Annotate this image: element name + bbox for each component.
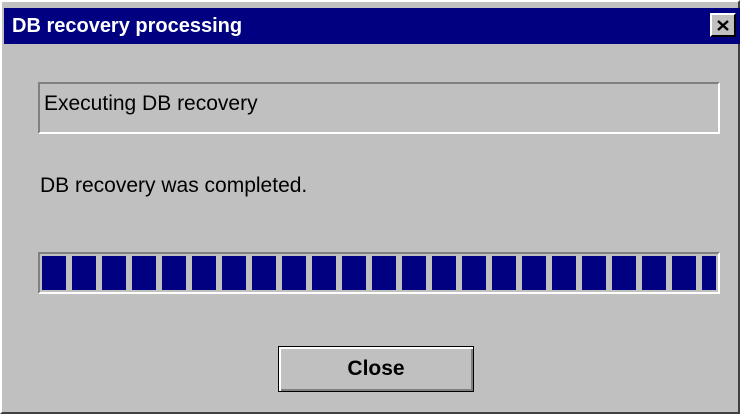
- status-box: Executing DB recovery: [38, 82, 720, 134]
- progress-block: [162, 256, 186, 290]
- progress-block: [702, 256, 716, 290]
- progress-block: [312, 256, 336, 290]
- progress-fill: [42, 256, 716, 290]
- completion-message: DB recovery was completed.: [40, 174, 308, 197]
- progress-block: [252, 256, 276, 290]
- progress-block: [462, 256, 486, 290]
- title-close-button[interactable]: [710, 13, 736, 37]
- progress-block: [372, 256, 396, 290]
- progress-block: [492, 256, 516, 290]
- status-text: Executing DB recovery: [44, 92, 258, 115]
- progress-block: [612, 256, 636, 290]
- close-icon: [717, 19, 729, 31]
- close-button[interactable]: Close: [278, 346, 474, 392]
- progress-block: [582, 256, 606, 290]
- progress-block: [642, 256, 666, 290]
- progress-block: [192, 256, 216, 290]
- progress-block: [132, 256, 156, 290]
- progress-block: [402, 256, 426, 290]
- progress-block: [222, 256, 246, 290]
- db-recovery-dialog: DB recovery processing Executing DB reco…: [0, 0, 740, 414]
- progress-block: [342, 256, 366, 290]
- title-bar[interactable]: DB recovery processing: [4, 8, 740, 44]
- progress-bar: [38, 252, 720, 294]
- progress-block: [552, 256, 576, 290]
- progress-block: [432, 256, 456, 290]
- window-title: DB recovery processing: [12, 15, 243, 37]
- progress-block: [72, 256, 96, 290]
- progress-block: [672, 256, 696, 290]
- progress-block: [102, 256, 126, 290]
- progress-block: [522, 256, 546, 290]
- progress-block: [282, 256, 306, 290]
- progress-block: [42, 256, 66, 290]
